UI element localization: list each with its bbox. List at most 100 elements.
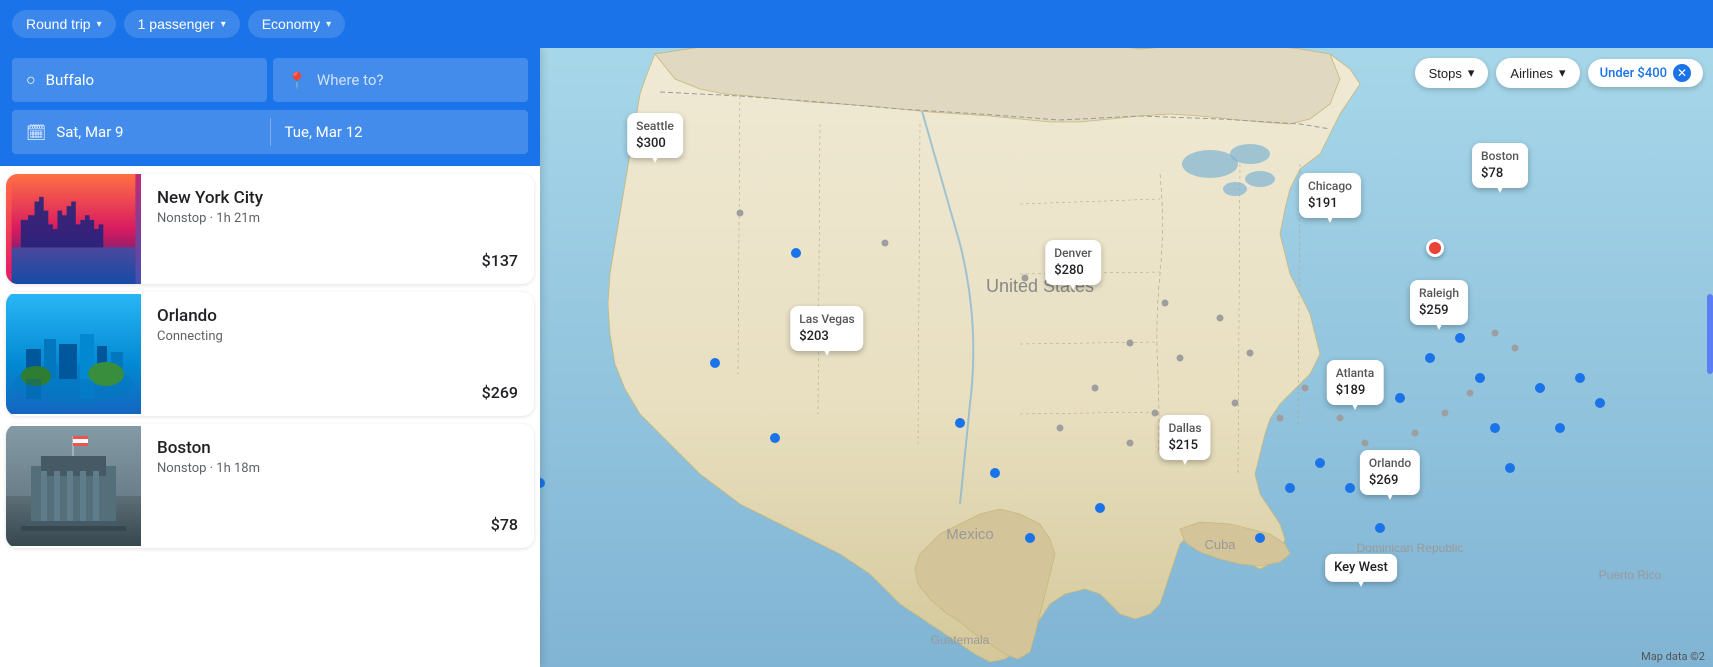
price-pin-atlanta[interactable]: Atlanta $189 xyxy=(1327,360,1384,405)
origin-pin-inner xyxy=(1429,242,1441,254)
map-dot-23[interactable] xyxy=(1535,383,1545,393)
price-pin-raleigh[interactable]: Raleigh $259 xyxy=(1410,280,1468,325)
result-card-boston[interactable]: Boston Nonstop · 1h 18m $78 xyxy=(6,424,534,548)
map-dot-21[interactable] xyxy=(1490,423,1500,433)
airlines-filter-chevron: ▾ xyxy=(1559,65,1566,81)
destination-icon: 📍 xyxy=(287,71,307,90)
price-filter-close-button[interactable]: ✕ xyxy=(1673,64,1691,82)
map-dot-6[interactable] xyxy=(955,418,965,428)
price-filter-badge: Under $400 ✕ xyxy=(1588,59,1703,87)
map-dot-17[interactable] xyxy=(1395,393,1405,403)
round-trip-dropdown[interactable]: Round trip ▾ xyxy=(12,10,116,38)
date-row[interactable]: 🗓 Sat, Mar 9 Tue, Mar 12 xyxy=(12,110,528,154)
destination-placeholder: Where to? xyxy=(317,71,384,89)
svg-text:Mexico: Mexico xyxy=(946,526,994,543)
map-dot-14[interactable] xyxy=(1315,458,1325,468)
map-filters: Stops ▾ Airlines ▾ Under $400 ✕ xyxy=(1415,58,1703,88)
map-dot-g7[interactable] xyxy=(1177,355,1184,362)
cabin-class-dropdown[interactable]: Economy ▾ xyxy=(248,10,345,38)
price-pin-boston[interactable]: Boston $78 xyxy=(1472,143,1528,188)
map-dot-20[interactable] xyxy=(1475,373,1485,383)
map-dot-g10[interactable] xyxy=(1232,400,1239,407)
map-attribution: Map data ©2 xyxy=(1641,650,1705,663)
map-dot-15[interactable] xyxy=(1345,483,1355,493)
map-dot-g1[interactable] xyxy=(737,210,744,217)
result-image-nyc xyxy=(6,174,141,284)
price-pin-seattle[interactable]: Seattle $300 xyxy=(627,113,683,158)
main-layout: ○ Buffalo 📍 Where to? 🗓 Sat, Mar 9 Tue, … xyxy=(0,48,1713,667)
map-dot-g6[interactable] xyxy=(1162,300,1169,307)
return-date-box[interactable]: Tue, Mar 12 xyxy=(271,110,529,154)
map-dot-2[interactable] xyxy=(791,248,801,258)
map-dot-8[interactable] xyxy=(1025,533,1035,543)
price-pin-chicago[interactable]: Chicago $191 xyxy=(1299,173,1361,218)
result-info-nyc: New York City Nonstop · 1h 21m $137 xyxy=(141,174,534,284)
map-dot-g17[interactable] xyxy=(1442,410,1449,417)
search-row: ○ Buffalo 📍 Where to? xyxy=(12,58,528,102)
price-pin-lasvegas[interactable]: Las Vegas $203 xyxy=(790,306,863,351)
map-dot-13[interactable] xyxy=(1285,483,1295,493)
map-dot-g4[interactable] xyxy=(1092,385,1099,392)
map-dot-g22[interactable] xyxy=(1152,410,1159,417)
map-dot-9[interactable] xyxy=(1095,503,1105,513)
price-pin-dallas[interactable]: Dallas $215 xyxy=(1159,415,1210,460)
map-dot-g11[interactable] xyxy=(1277,415,1284,422)
result-card-orlando[interactable]: Orlando Connecting $269 xyxy=(6,292,534,416)
map-dot-g13[interactable] xyxy=(1337,415,1344,422)
depart-date-box[interactable]: 🗓 Sat, Mar 9 xyxy=(12,110,270,154)
map-dot-g18[interactable] xyxy=(1467,390,1474,397)
map-dot-7[interactable] xyxy=(990,468,1000,478)
map-dot-g5[interactable] xyxy=(1127,340,1134,347)
passengers-dropdown[interactable]: 1 passenger ▾ xyxy=(124,10,240,38)
result-city-nyc: New York City xyxy=(157,188,518,208)
result-image-orlando xyxy=(6,292,141,416)
map-dot-g21[interactable] xyxy=(1127,440,1134,447)
origin-icon: ○ xyxy=(26,70,36,90)
map-dot-g14[interactable] xyxy=(1362,440,1369,447)
map-dot-g9[interactable] xyxy=(1247,350,1254,357)
left-panel: ○ Buffalo 📍 Where to? 🗓 Sat, Mar 9 Tue, … xyxy=(0,48,540,667)
map-dot-g23[interactable] xyxy=(1057,425,1064,432)
map-dot-18[interactable] xyxy=(1425,353,1435,363)
depart-date: Sat, Mar 9 xyxy=(56,123,123,141)
map-dot-4[interactable] xyxy=(770,433,780,443)
result-card-nyc[interactable]: New York City Nonstop · 1h 21m $137 xyxy=(6,174,534,284)
map-dot-22[interactable] xyxy=(1505,463,1515,473)
calendar-icon: 🗓 xyxy=(26,123,46,142)
results-list: New York City Nonstop · 1h 21m $137 xyxy=(0,166,540,667)
map-dot-g16[interactable] xyxy=(1412,430,1419,437)
map-dot-g3[interactable] xyxy=(1022,275,1029,282)
map-dot-25[interactable] xyxy=(1575,373,1585,383)
origin-pin xyxy=(1426,239,1444,257)
price-pin-keywest[interactable]: Key West xyxy=(1325,554,1397,582)
map-dot-19[interactable] xyxy=(1455,333,1465,343)
map-dot-g8[interactable] xyxy=(1217,315,1224,322)
map-area[interactable]: United States Mexico Cuba Guatemala Domi… xyxy=(540,48,1713,667)
price-pin-orlando[interactable]: Orlando $269 xyxy=(1360,450,1420,495)
result-image-boston xyxy=(6,424,141,548)
map-dot-12[interactable] xyxy=(1255,533,1265,543)
result-info-orlando: Orlando Connecting $269 xyxy=(141,292,534,416)
origin-input[interactable]: ○ Buffalo xyxy=(12,58,267,102)
map-dot-g19[interactable] xyxy=(1492,330,1499,337)
map-dot-26[interactable] xyxy=(1595,398,1605,408)
origin-value: Buffalo xyxy=(46,71,94,89)
map-dot-24[interactable] xyxy=(1555,423,1565,433)
result-detail-boston: Nonstop · 1h 18m xyxy=(157,461,518,476)
price-filter-label: Under $400 xyxy=(1600,66,1667,81)
result-city-orlando: Orlando xyxy=(157,306,518,326)
svg-text:Guatemala: Guatemala xyxy=(931,633,990,647)
map-background: United States Mexico Cuba Guatemala Domi… xyxy=(540,48,1713,667)
airlines-filter-button[interactable]: Airlines ▾ xyxy=(1496,58,1579,88)
passengers-chevron: ▾ xyxy=(221,19,226,30)
price-pin-denver[interactable]: Denver $280 xyxy=(1045,240,1101,285)
map-dot-g20[interactable] xyxy=(1512,345,1519,352)
svg-text:Puerto Rico: Puerto Rico xyxy=(1599,568,1662,582)
map-dot-3[interactable] xyxy=(710,358,720,368)
map-dot-g2[interactable] xyxy=(882,240,889,247)
map-dot-g12[interactable] xyxy=(1302,385,1309,392)
destination-input[interactable]: 📍 Where to? xyxy=(273,58,528,102)
map-dot-16[interactable] xyxy=(1375,523,1385,533)
stops-filter-button[interactable]: Stops ▾ xyxy=(1415,58,1489,88)
result-city-boston: Boston xyxy=(157,438,518,458)
